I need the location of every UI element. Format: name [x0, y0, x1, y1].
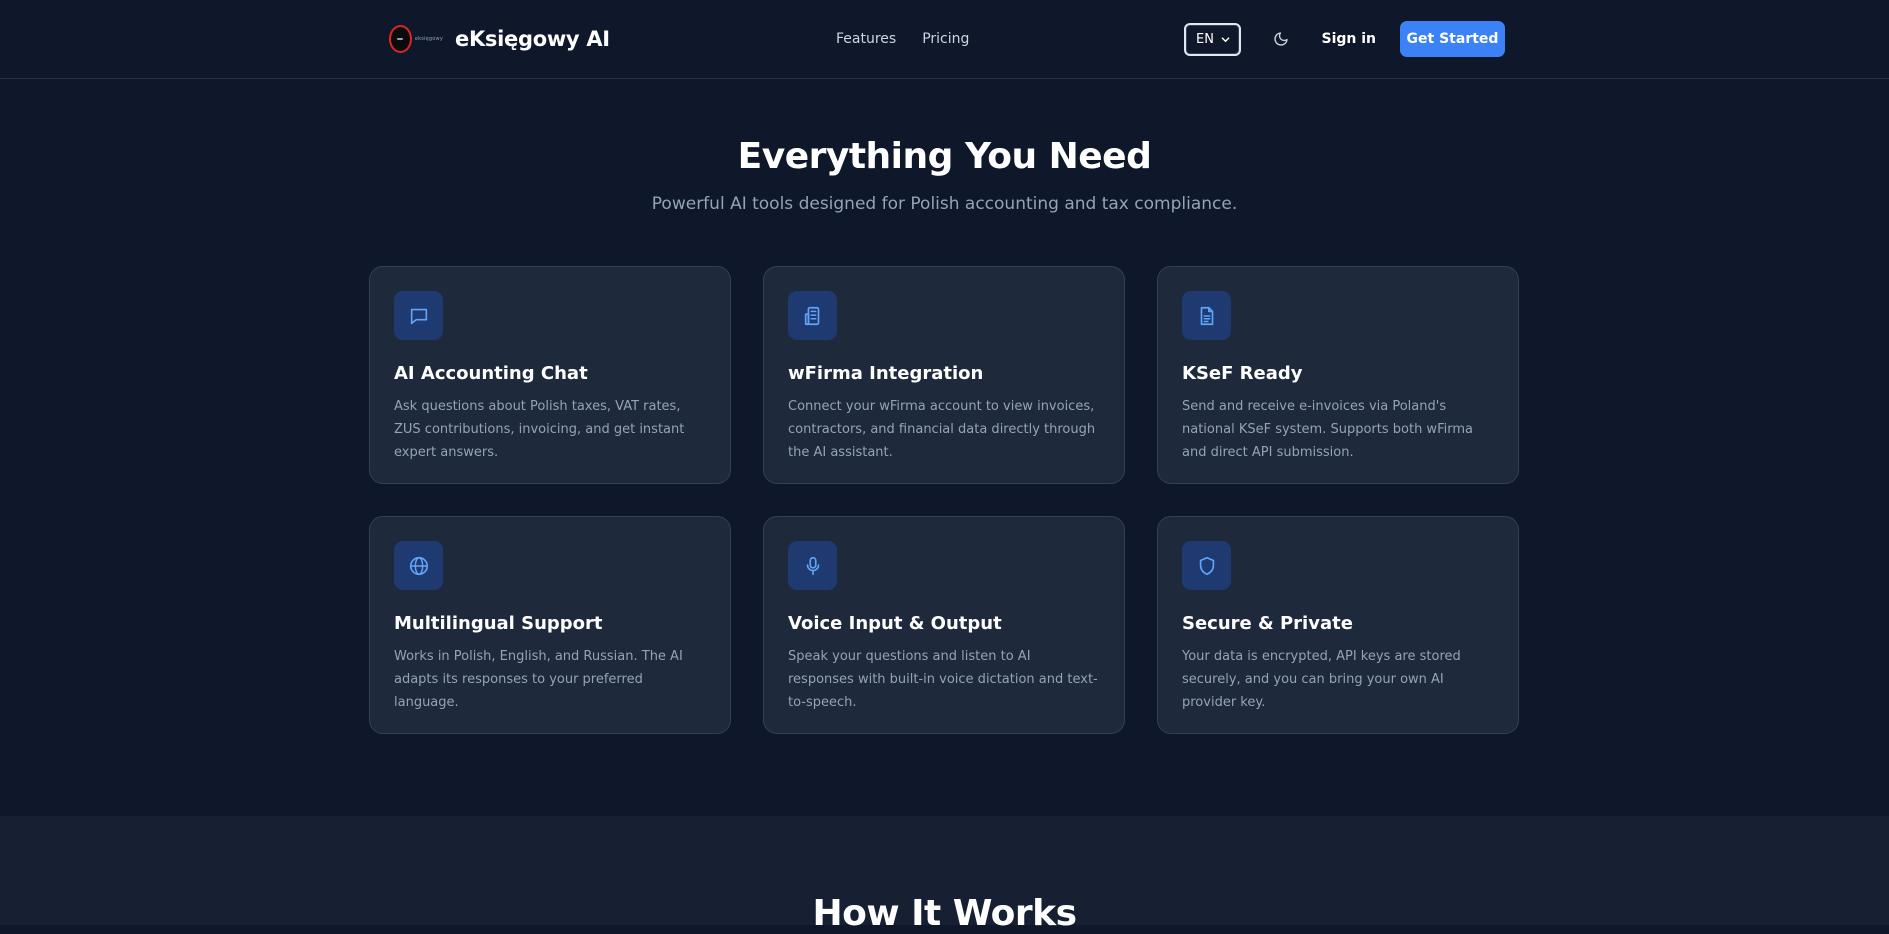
sign-in-link[interactable]: Sign in: [1321, 31, 1376, 47]
language-select[interactable]: EN: [1184, 22, 1242, 56]
feature-grid: AI Accounting Chat Ask questions about P…: [369, 266, 1519, 734]
feature-icon-box: [1182, 291, 1231, 340]
feature-card-ai-chat: AI Accounting Chat Ask questions about P…: [369, 266, 731, 484]
feature-card-multilingual: Multilingual Support Works in Polish, En…: [369, 516, 731, 734]
logo-caption: eksięgowy: [414, 36, 443, 42]
features-subtitle: Powerful AI tools designed for Polish ac…: [651, 194, 1238, 214]
logo-mark: [397, 38, 404, 40]
how-it-works-section: How It Works: [0, 816, 1889, 934]
feature-card-voice: Voice Input & Output Speak your question…: [763, 516, 1125, 734]
chevron-down-icon: [1221, 36, 1230, 42]
feature-title: Secure & Private: [1182, 613, 1353, 634]
header-actions: EN Sign in Get Started: [1184, 21, 1505, 57]
theme-toggle-button[interactable]: [1271, 29, 1291, 49]
main-nav: Features Pricing: [836, 31, 969, 47]
feature-title: Multilingual Support: [394, 613, 603, 634]
feature-card-ksef: KSeF Ready Send and receive e-invoices v…: [1157, 266, 1519, 484]
feature-description: Your data is encrypted, API keys are sto…: [1182, 649, 1461, 710]
feature-icon-box: [788, 541, 837, 590]
brand[interactable]: eksięgowy eKsięgowy AI: [389, 24, 610, 54]
logo: eksięgowy: [389, 24, 443, 54]
feature-icon-box: [1182, 541, 1231, 590]
microphone-icon: [806, 556, 819, 575]
feature-title: KSeF Ready: [1182, 363, 1303, 384]
header-inner: eksięgowy eKsięgowy AI Features Pricing …: [389, 0, 1505, 78]
feature-icon-box: [394, 291, 443, 340]
feature-card-wfirma: wFirma Integration Connect your wFirma a…: [763, 266, 1125, 484]
feature-icon-box: [394, 541, 443, 590]
feature-description: Connect your wFirma account to view invo…: [788, 399, 1096, 460]
feature-description: Works in Polish, English, and Russian. T…: [394, 649, 683, 710]
feature-description: Ask questions about Polish taxes, VAT ra…: [394, 399, 685, 460]
document-icon: [1200, 306, 1213, 325]
feature-description: Send and receive e-invoices via Poland's…: [1182, 399, 1473, 460]
chat-icon: [410, 308, 427, 324]
feature-card-secure: Secure & Private Your data is encrypted,…: [1157, 516, 1519, 734]
moon-icon: [1274, 32, 1289, 46]
building-icon: [804, 306, 819, 325]
site-header: eksięgowy eKsięgowy AI Features Pricing …: [0, 0, 1889, 79]
feature-description: Speak your questions and listen to AI re…: [788, 649, 1098, 710]
features-title: Everything You Need: [737, 136, 1152, 177]
feature-title: AI Accounting Chat: [394, 363, 588, 384]
logo-ring: [389, 25, 412, 53]
brand-name: eKsięgowy AI: [455, 27, 610, 51]
nav-link-features[interactable]: Features: [836, 31, 896, 47]
how-it-works-title: How It Works: [812, 893, 1077, 934]
features-section: Everything You Need Powerful AI tools de…: [0, 79, 1889, 817]
get-started-button[interactable]: Get Started: [1400, 21, 1505, 57]
nav-link-pricing[interactable]: Pricing: [922, 31, 969, 47]
language-value: EN: [1196, 31, 1214, 47]
feature-title: wFirma Integration: [788, 363, 984, 384]
feature-title: Voice Input & Output: [788, 613, 1002, 634]
feature-icon-box: [788, 291, 837, 340]
globe-icon: [409, 556, 428, 575]
shield-icon: [1199, 556, 1214, 575]
